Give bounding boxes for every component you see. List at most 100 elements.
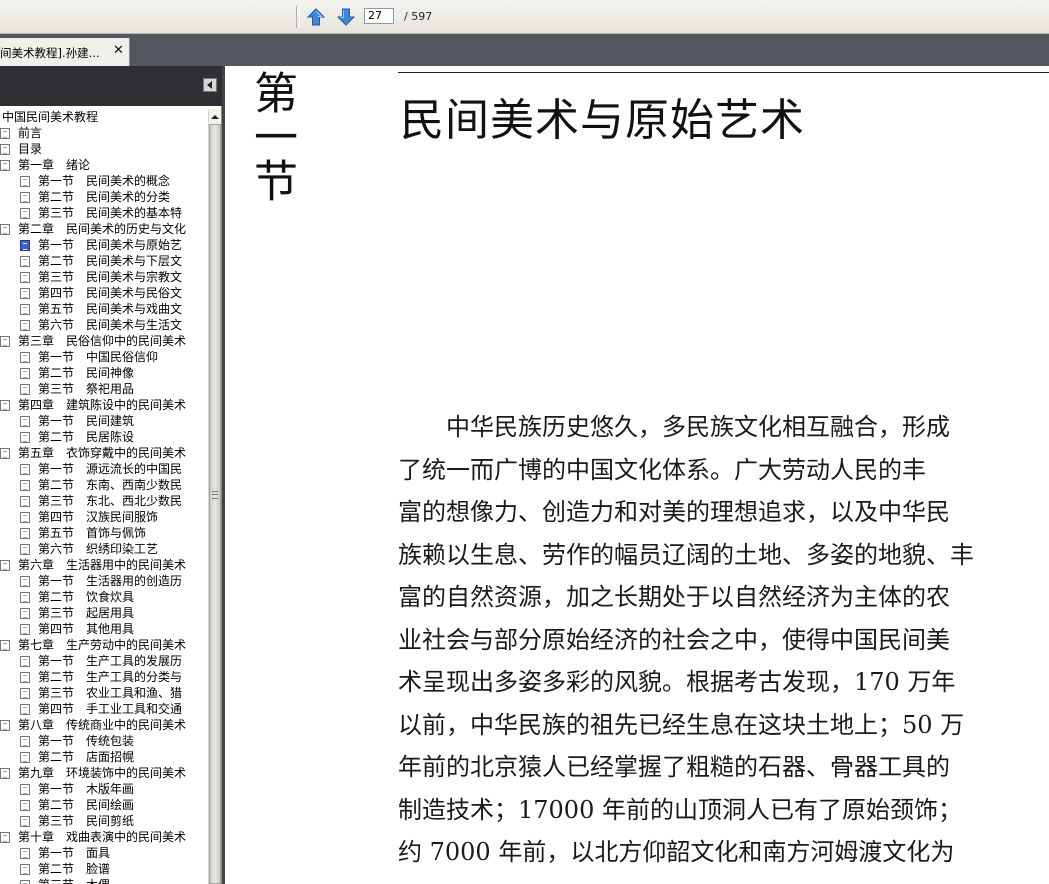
bookmark-item[interactable]: 第二节 民居陈设 bbox=[0, 429, 208, 445]
bookmark-item[interactable]: 第三节 民间剪纸 bbox=[0, 813, 208, 829]
body-line: 富的自然资源，加之长期处于以自然经济为主体的农 bbox=[398, 583, 950, 611]
bookmark-item[interactable]: 第一节 生活器用的创造历 bbox=[0, 573, 208, 589]
bookmark-item[interactable]: 目录 bbox=[0, 141, 208, 157]
bookmark-item[interactable]: 第八章 传统商业中的民间美术 bbox=[0, 717, 208, 733]
bookmark-label: 第一节 生活器用的创造历 bbox=[38, 574, 183, 588]
document-tab[interactable]: 间美术教程].孙建... ✕ bbox=[0, 38, 130, 66]
bookmark-tree: 中国民间美术教程 前言 目录 第一章 绪论 第一节 民间美术的概念 第二节 民间美术的分类… bbox=[0, 109, 208, 884]
bookmark-label: 第四节 民间美术与民俗文 bbox=[38, 286, 183, 300]
bookmark-item[interactable]: 第一节 中国民俗信仰 bbox=[0, 349, 208, 365]
bookmark-item[interactable]: 第一节 木版年画 bbox=[0, 781, 208, 797]
bookmark-item[interactable]: 第一节 面具 bbox=[0, 845, 208, 861]
bookmark-label: 第六章 生活器用中的民间美术 bbox=[18, 558, 187, 572]
bookmark-item[interactable]: 第四节 手工业工具和交通 bbox=[0, 701, 208, 717]
bookmark-page-icon bbox=[20, 176, 30, 187]
bookmark-item[interactable]: 第一节 民间美术与原始艺 bbox=[0, 237, 208, 253]
bookmark-page-icon bbox=[20, 368, 30, 379]
bookmark-item[interactable]: 第六节 织绣印染工艺 bbox=[0, 541, 208, 557]
previous-page-button[interactable] bbox=[305, 6, 327, 28]
bookmark-item[interactable]: 第二节 饮食炊具 bbox=[0, 589, 208, 605]
bookmark-item[interactable]: 第二节 民间美术的分类 bbox=[0, 189, 208, 205]
triangle-up-icon bbox=[211, 115, 219, 119]
bookmark-item[interactable]: 第六章 生活器用中的民间美术 bbox=[0, 557, 208, 573]
bookmark-label: 第一节 中国民俗信仰 bbox=[38, 350, 159, 364]
close-tab-icon[interactable]: ✕ bbox=[113, 43, 124, 58]
bookmark-item[interactable]: 中国民间美术教程 bbox=[0, 109, 208, 125]
bookmark-item[interactable]: 第四节 汉族民间服饰 bbox=[0, 509, 208, 525]
bookmark-item[interactable]: 第五节 首饰与佩饰 bbox=[0, 525, 208, 541]
bookmark-label: 第三节 民间美术与宗教文 bbox=[38, 270, 183, 284]
bookmark-item[interactable]: 第三节 民间美术的基本特 bbox=[0, 205, 208, 221]
bookmark-item[interactable]: 第三节 祭祀用品 bbox=[0, 381, 208, 397]
bookmark-label: 第四节 手工业工具和交通 bbox=[38, 702, 183, 716]
bookmark-item[interactable]: 第三节 农业工具和渔、猎 bbox=[0, 685, 208, 701]
bookmark-label: 第二节 脸谱 bbox=[38, 862, 111, 876]
scroll-grip-icon bbox=[212, 491, 218, 499]
bookmark-item[interactable]: 第二节 生产工具的分类与 bbox=[0, 669, 208, 685]
bookmark-item[interactable]: 第三节 木偶 bbox=[0, 877, 208, 884]
bookmark-item[interactable]: 第一节 传统包装 bbox=[0, 733, 208, 749]
bookmark-item[interactable]: 第十章 戏曲表演中的民间美术 bbox=[0, 829, 208, 845]
bookmarks-panel: 中国民间美术教程 前言 目录 第一章 绪论 第一节 民间美术的概念 第二节 民间美术的分类… bbox=[0, 66, 222, 884]
bookmark-page-icon bbox=[20, 848, 30, 859]
collapse-panel-button[interactable] bbox=[203, 78, 217, 92]
bookmark-item[interactable]: 第三节 东北、西北少数民 bbox=[0, 493, 208, 509]
bookmark-item[interactable]: 第五节 民间美术与戏曲文 bbox=[0, 301, 208, 317]
bookmark-page-icon bbox=[20, 272, 30, 283]
bookmark-item[interactable]: 第二节 民间美术与下层文 bbox=[0, 253, 208, 269]
scroll-up-button[interactable] bbox=[209, 109, 221, 123]
bookmark-page-icon bbox=[20, 656, 30, 667]
bookmark-page-icon bbox=[0, 832, 10, 843]
arrow-up-icon bbox=[306, 8, 326, 26]
page-title: 民间美术与原始艺术 bbox=[400, 95, 805, 146]
body-line: 术呈现出多姿多彩的风貌。根据考古发现，170 万年 bbox=[398, 668, 956, 696]
bookmark-page-icon bbox=[0, 160, 10, 171]
bookmark-label: 第三节 祭祀用品 bbox=[38, 382, 135, 396]
document-page: 第一节 民间美术与原始艺术 中华民族历史悠久，多民族文化相互融合，形成 了统一而广… bbox=[222, 66, 1049, 884]
bookmarks-panel-header bbox=[0, 66, 222, 106]
bookmark-item[interactable]: 第一节 民间建筑 bbox=[0, 413, 208, 429]
bookmark-label: 目录 bbox=[18, 142, 43, 156]
bookmark-label: 第四章 建筑陈设中的民间美术 bbox=[18, 398, 187, 412]
bookmark-item[interactable]: 第二章 民间美术的历史与文化 bbox=[0, 221, 208, 237]
body-line: 以前，中华民族的祖先已经生息在这块土地上；50 万 bbox=[398, 710, 965, 739]
body-line: 族赖以生息、劳作的幅员辽阔的土地、多姿的地貌、丰 bbox=[398, 540, 974, 569]
bookmark-page-icon bbox=[0, 224, 10, 235]
bookmark-item[interactable]: 第二节 店面招幌 bbox=[0, 749, 208, 765]
scroll-thumb[interactable] bbox=[209, 124, 221, 884]
bookmark-item[interactable]: 第九章 环境装饰中的民间美术 bbox=[0, 765, 208, 781]
bookmark-item[interactable]: 第二节 民间绘画 bbox=[0, 797, 208, 813]
bookmark-item[interactable]: 第四章 建筑陈设中的民间美术 bbox=[0, 397, 208, 413]
page-number-input[interactable]: 27 bbox=[364, 8, 394, 24]
bookmark-item[interactable]: 第三节 起居用具 bbox=[0, 605, 208, 621]
bookmark-item[interactable]: 第二节 东南、西南少数民 bbox=[0, 477, 208, 493]
bookmark-item[interactable]: 第二节 脸谱 bbox=[0, 861, 208, 877]
pdf-reader-window: 27 / 597 间美术教程].孙建... ✕ 中国民间美术教程 前言 目录 第一章 … bbox=[0, 0, 1049, 884]
bookmark-item[interactable]: 第一节 生产工具的发展历 bbox=[0, 653, 208, 669]
bookmark-item[interactable]: 第六节 民间美术与生活文 bbox=[0, 317, 208, 333]
bookmark-item[interactable]: 第一章 绪论 bbox=[0, 157, 208, 173]
bookmark-label: 第三节 东北、西北少数民 bbox=[38, 494, 183, 508]
bookmark-page-icon bbox=[20, 608, 30, 619]
bookmark-item[interactable]: 前言 bbox=[0, 125, 208, 141]
bookmark-label: 第一节 民间美术与原始艺 bbox=[38, 238, 183, 252]
bookmark-item[interactable]: 第三节 民间美术与宗教文 bbox=[0, 269, 208, 285]
bookmark-item[interactable]: 第二节 民间神像 bbox=[0, 365, 208, 381]
bookmark-scrollbar[interactable] bbox=[208, 109, 221, 884]
bookmark-page-icon bbox=[20, 384, 30, 395]
bookmark-label: 第二节 东南、西南少数民 bbox=[38, 478, 183, 492]
bookmark-label: 第六节 民间美术与生活文 bbox=[38, 318, 183, 332]
bookmark-item[interactable]: 第四节 民间美术与民俗文 bbox=[0, 285, 208, 301]
bookmark-item[interactable]: 第一节 民间美术的概念 bbox=[0, 173, 208, 189]
bookmark-item[interactable]: 第三章 民俗信仰中的民间美术 bbox=[0, 333, 208, 349]
next-page-button[interactable] bbox=[335, 6, 357, 28]
bookmark-item[interactable]: 第五章 衣饰穿戴中的民间美术 bbox=[0, 445, 208, 461]
bookmark-page-icon bbox=[20, 496, 30, 507]
bookmark-item[interactable]: 第四节 其他用具 bbox=[0, 621, 208, 637]
bookmark-label: 第二节 民间神像 bbox=[38, 366, 135, 380]
bookmark-page-icon bbox=[20, 864, 30, 875]
bookmark-item[interactable]: 第一节 源远流长的中国民 bbox=[0, 461, 208, 477]
bookmark-label: 第五节 首饰与佩饰 bbox=[38, 526, 147, 540]
bookmark-label: 第二节 民间美术的分类 bbox=[38, 190, 171, 204]
bookmark-item[interactable]: 第七章 生产劳动中的民间美术 bbox=[0, 637, 208, 653]
